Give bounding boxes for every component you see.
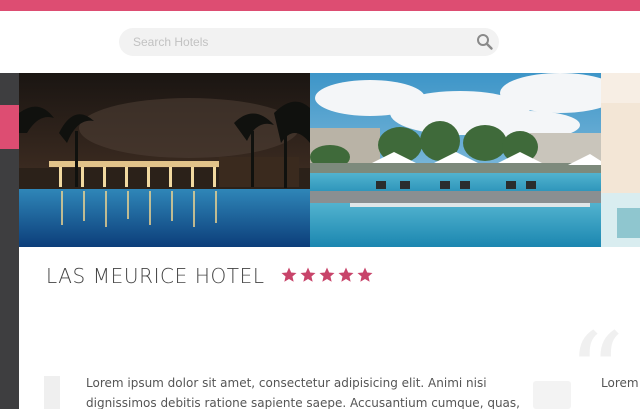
quote-mark-icon-large: “: [568, 309, 625, 409]
quote-mark-icon: [44, 376, 60, 409]
gallery-photo-next[interactable]: [601, 73, 640, 247]
star-icon: [338, 267, 354, 282]
search-box[interactable]: [119, 28, 499, 56]
gallery-photo-night-pool[interactable]: [19, 73, 310, 247]
star-rating: [280, 266, 374, 284]
review-text: Lorem ipsum dolor sit amet, consectetur …: [86, 376, 520, 409]
review-text-next: Lorem: [601, 376, 639, 390]
top-accent-bar: [0, 0, 640, 11]
photo-gallery[interactable]: [19, 73, 640, 247]
header: [0, 11, 640, 73]
star-icon: [281, 267, 297, 282]
side-drawer-edge[interactable]: [0, 73, 19, 409]
star-icon: [357, 267, 373, 282]
search-input[interactable]: [133, 28, 463, 56]
gallery-photo-day-pool[interactable]: [310, 73, 601, 247]
star-icon: [300, 267, 316, 282]
search-icon[interactable]: [475, 32, 495, 52]
side-drawer-accent: [0, 105, 19, 149]
star-icon: [319, 267, 335, 282]
hotel-name: LAS MEURICE HOTEL: [46, 264, 265, 288]
reviewer-avatar: [533, 381, 571, 409]
